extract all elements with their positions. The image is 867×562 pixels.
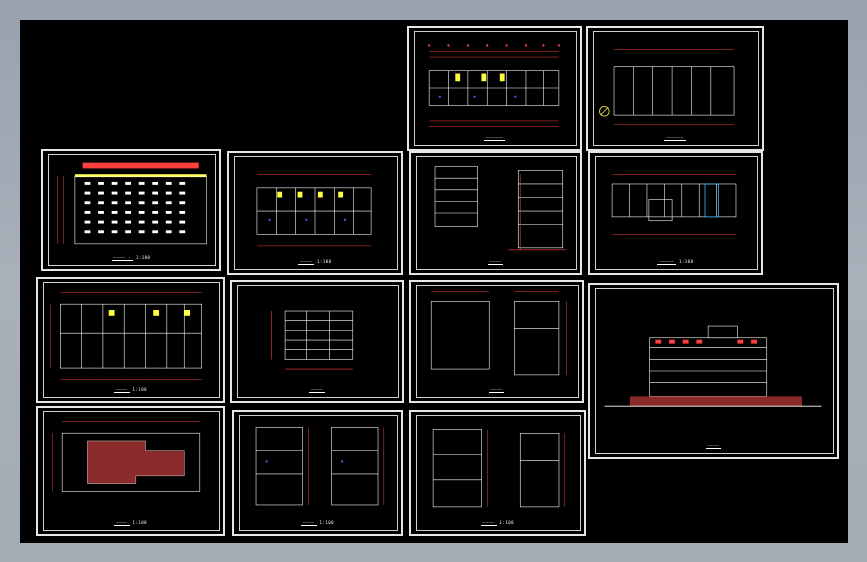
drawing-sheet-elevation-1[interactable]: ———— · 1:100	[41, 149, 221, 271]
sheet-caption: ———— 1:100	[298, 259, 332, 265]
plan-pair-drawing	[430, 291, 567, 376]
floor-plan-drawing	[611, 174, 737, 235]
drawing-sheet-floor-plan-1[interactable]: ——————	[407, 26, 582, 151]
drawing-sheet-plan-pair-3[interactable]: ———— 1:100	[409, 410, 586, 536]
sheet-caption: ————	[705, 443, 722, 449]
floor-plan-drawing	[256, 174, 372, 247]
drawing-sheet-floor-plan-6[interactable]: ———— 1:100	[36, 406, 225, 536]
floor-plan-drawing	[50, 292, 202, 380]
drawing-sheet-elevation-2[interactable]: ————	[588, 283, 839, 459]
sheet-caption: ————— 1:100	[657, 259, 694, 265]
drawing-sheet-floor-plan-2[interactable]: ——————	[586, 26, 764, 151]
elevation-drawing	[604, 325, 822, 407]
elevation-drawing	[57, 162, 207, 245]
sheet-caption: ————	[309, 387, 325, 393]
floor-plan-drawing	[52, 421, 201, 492]
sheet-caption: ——————	[664, 135, 686, 141]
sheet-caption: ———— 1:100	[480, 520, 515, 526]
drawing-sheet-floor-plan-5[interactable]: ———— 1:100	[36, 277, 225, 403]
drawing-sheet-floor-plan-3[interactable]: ———— 1:100	[227, 151, 403, 275]
sheet-caption: ———— · 1:100	[111, 255, 151, 261]
floor-plan-drawing	[599, 49, 735, 126]
sheet-caption: ———— 1:100	[300, 520, 335, 526]
plan-pair-drawing	[255, 427, 385, 506]
cad-drawing-viewport[interactable]: —————— —————— ———— · 1:100 ———— 1:100 ——…	[20, 20, 848, 543]
drawing-sheet-plan-pair-2[interactable]: ———— 1:100	[232, 410, 403, 536]
sheet-caption: ———— 1:100	[113, 387, 148, 393]
sheet-caption: ———— 1:100	[113, 520, 148, 526]
sheet-caption: ——————	[483, 135, 506, 141]
sheet-caption: ————	[488, 387, 505, 393]
drawing-sheet-floor-plan-4[interactable]: ————— 1:100	[588, 151, 763, 275]
drawing-sheet-section-1[interactable]: ————	[409, 151, 582, 275]
floor-plan-drawing	[427, 44, 561, 127]
section-drawing	[434, 166, 567, 251]
sheet-caption: ————	[487, 259, 504, 265]
drawing-sheet-plan-pair-1[interactable]: ————	[409, 280, 584, 403]
section-drawing	[271, 310, 354, 370]
drawing-sheet-section-2[interactable]: ————	[230, 280, 404, 403]
plan-pair-drawing	[432, 429, 566, 508]
